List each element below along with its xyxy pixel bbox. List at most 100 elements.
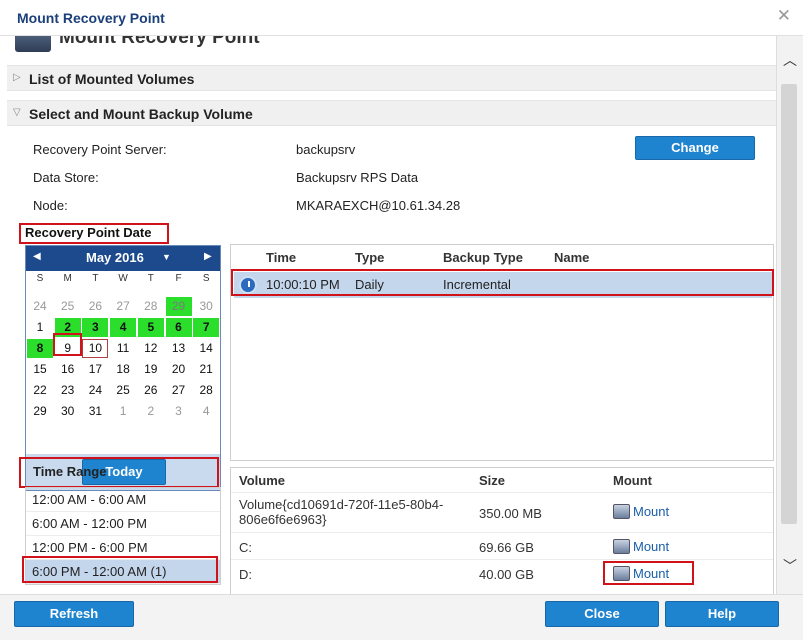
month-dropdown-icon[interactable]: ▼ (162, 252, 171, 262)
calendar-day[interactable]: 23 (55, 381, 81, 400)
calendar-day[interactable]: 24 (27, 297, 53, 316)
calendar-dow-header: S (36, 273, 44, 284)
column-header-volume[interactable]: Volume (239, 473, 285, 488)
calendar-day[interactable]: 11 (110, 339, 136, 358)
recovery-point-date-label: Recovery Point Date (25, 225, 152, 240)
volume-row[interactable]: C: 69.66 GB Mount (231, 532, 773, 559)
expand-arrow-icon: ▷ (13, 72, 21, 83)
calendar-day[interactable]: 5 (137, 318, 164, 337)
calendar-day[interactable]: 30 (193, 297, 219, 316)
highlight-box (53, 333, 82, 356)
calendar-day[interactable]: 29 (165, 297, 192, 316)
collapse-arrow-icon: ▽ (13, 107, 21, 118)
calendar-day[interactable]: 14 (193, 339, 219, 358)
change-button[interactable]: Change (635, 136, 755, 160)
calendar-day[interactable]: 24 (82, 381, 108, 400)
calendar-dow-header: S (202, 273, 210, 284)
server-label: Recovery Point Server: (33, 142, 167, 157)
calendar-day[interactable]: 30 (55, 402, 81, 421)
column-header-size[interactable]: Size (479, 473, 505, 488)
node-value: MKARAEXCH@10.61.34.28 (296, 198, 461, 213)
calendar-day[interactable]: 21 (193, 360, 219, 379)
mount-link-label[interactable]: Mount (633, 539, 669, 554)
calendar-day[interactable]: 12 (138, 339, 164, 358)
calendar-day[interactable]: 28 (193, 381, 219, 400)
calendar-day[interactable]: 27 (110, 297, 136, 316)
dialog-content: Mount Recovery Point ▷ List of Mounted V… (0, 36, 776, 594)
scroll-up-icon[interactable]: ︿ (783, 50, 797, 70)
prev-month-icon[interactable]: ◀ (33, 251, 41, 262)
date-picker: ◀ May 2016 ▼ ▶ SMTWTFS 24 25 26 27 28 29 30 1 2 3… (25, 245, 221, 491)
calendar-day[interactable]: 8 (27, 339, 53, 358)
calendar-day[interactable]: 22 (27, 381, 53, 400)
cell-size: 40.00 GB (479, 567, 534, 582)
calendar-day[interactable]: 13 (166, 339, 192, 358)
drive-icon (613, 504, 630, 519)
calendar-day[interactable]: 2 (138, 402, 164, 421)
calendar-day[interactable]: 27 (166, 381, 192, 400)
time-range-item[interactable]: 6:00 AM - 12:00 PM (26, 512, 220, 536)
node-label: Node: (33, 198, 68, 213)
close-icon[interactable]: ✕ (777, 6, 791, 26)
grid-header: Volume Size Mount (231, 468, 773, 492)
grid-header: Time Type Backup Type Name (231, 245, 773, 271)
highlight-box (22, 556, 218, 583)
calendar-day[interactable]: 29 (27, 402, 53, 421)
calendar-day[interactable]: 4 (193, 402, 219, 421)
calendar-day[interactable]: 3 (82, 318, 109, 337)
close-button[interactable]: Close (545, 601, 659, 627)
vertical-scrollbar[interactable]: ︿ ﹀ (776, 36, 803, 594)
calendar-day[interactable]: 26 (82, 297, 108, 316)
calendar-day[interactable]: 18 (110, 360, 136, 379)
volume-row[interactable]: Volume{cd10691d-720f-11e5-80b4-806e6f6e6… (231, 492, 773, 532)
section-select-backup-volume[interactable]: ▽ Select and Mount Backup Volume (7, 100, 776, 126)
calendar-day[interactable]: 3 (166, 402, 192, 421)
dialog-title-bar: Mount Recovery Point ✕ (0, 0, 803, 36)
help-button[interactable]: Help (665, 601, 779, 627)
cell-volume: Volume{cd10691d-720f-11e5-80b4-806e6f6e6… (239, 497, 444, 527)
scroll-down-icon[interactable]: ﹀ (783, 556, 797, 576)
calendar-day[interactable]: 25 (55, 297, 81, 316)
calendar-day[interactable]: 16 (55, 360, 81, 379)
calendar-day[interactable]: 10 (82, 339, 109, 358)
dialog-footer: Refresh Close Help (0, 594, 803, 640)
calendar-day[interactable]: 7 (193, 318, 220, 337)
calendar-day[interactable]: 1 (110, 402, 136, 421)
calendar-day[interactable]: 31 (82, 402, 108, 421)
highlight-box (603, 561, 694, 585)
cell-size: 69.66 GB (479, 540, 534, 555)
drive-icon (15, 36, 51, 52)
column-header-mount[interactable]: Mount (613, 473, 652, 488)
mount-link-label[interactable]: Mount (633, 504, 669, 519)
calendar-day[interactable]: 19 (138, 360, 164, 379)
data-store-label: Data Store: (33, 170, 99, 185)
column-header-name[interactable]: Name (554, 250, 589, 265)
column-header-backup-type[interactable]: Backup Type (443, 250, 523, 265)
calendar-day[interactable]: 6 (165, 318, 192, 337)
calendar-header: ◀ May 2016 ▼ ▶ (26, 246, 220, 271)
column-header-type[interactable]: Type (355, 250, 384, 265)
cell-volume: D: (239, 567, 252, 582)
calendar-day[interactable]: 20 (166, 360, 192, 379)
calendar-day[interactable]: 1 (27, 318, 53, 337)
calendar-day[interactable]: 15 (27, 360, 53, 379)
calendar-day[interactable]: 25 (110, 381, 136, 400)
page-title: Mount Recovery Point (59, 36, 260, 48)
calendar-day[interactable]: 4 (110, 318, 137, 337)
next-month-icon[interactable]: ▶ (204, 251, 212, 262)
calendar-dow-header: T (147, 273, 154, 284)
column-header-time[interactable]: Time (266, 250, 296, 265)
server-value: backupsrv (296, 142, 356, 157)
calendar-month[interactable]: May 2016 (86, 250, 144, 265)
scrollbar-thumb[interactable] (781, 84, 797, 524)
calendar-day[interactable]: 17 (82, 360, 108, 379)
calendar-day[interactable]: 26 (138, 381, 164, 400)
section-label: List of Mounted Volumes (29, 71, 195, 87)
calendar-dow-header: M (63, 273, 72, 284)
cell-size: 350.00 MB (479, 506, 542, 521)
cell-volume: C: (239, 540, 252, 555)
time-range-item[interactable]: 12:00 AM - 6:00 AM (26, 488, 220, 512)
section-mounted-volumes[interactable]: ▷ List of Mounted Volumes (7, 65, 776, 91)
calendar-day[interactable]: 28 (138, 297, 164, 316)
refresh-button[interactable]: Refresh (14, 601, 134, 627)
